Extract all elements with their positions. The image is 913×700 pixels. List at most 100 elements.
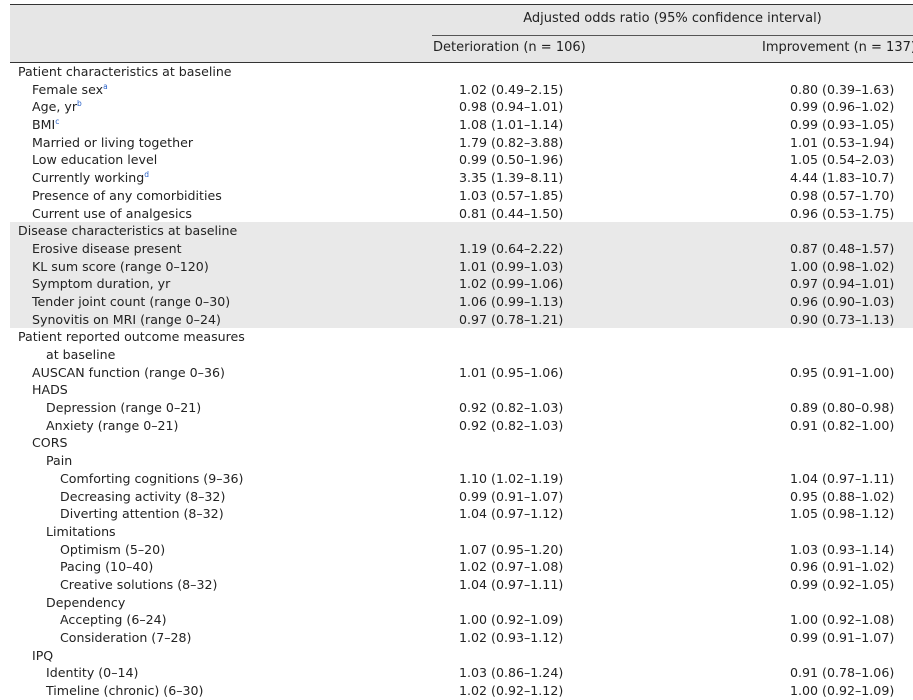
row-label-text: Patient reported outcome measures bbox=[18, 329, 245, 345]
table-row: Accepting (6–24) 1.00 (0.92–1.09) 1.00 (0.… bbox=[10, 611, 913, 629]
table-row: IPQ bbox=[10, 647, 913, 665]
improvement-value: 0.96 (0.53–1.75) bbox=[790, 205, 895, 221]
table-row: KL sum score (range 0–120) 1.01 (0.99–1.0… bbox=[10, 257, 913, 276]
table-row: CORS bbox=[10, 434, 913, 452]
improvement-value: 0.97 (0.94–1.01) bbox=[790, 276, 895, 292]
row-label: Patient characteristics at baseline bbox=[18, 63, 232, 81]
row-label: Comforting cognitions (9–36) bbox=[60, 470, 243, 488]
table-row: Disease characteristics at baseline bbox=[10, 222, 913, 240]
table-row: Low education level 0.99 (0.50–1.96) 1.05 … bbox=[10, 151, 913, 169]
improvement-value: 1.05 (0.98–1.12) bbox=[790, 506, 895, 522]
row-label: Tender joint count (range 0–30) bbox=[32, 293, 230, 311]
improvement-value: 0.80 (0.39–1.63) bbox=[790, 81, 895, 97]
improvement-value: 1.00 (0.92–1.09) bbox=[790, 683, 895, 699]
row-label-text: Low education level bbox=[32, 152, 158, 168]
row-label: Depression (range 0–21) bbox=[46, 399, 201, 417]
improvement-value: 4.44 (1.83–10.7) bbox=[790, 170, 895, 186]
improvement-value: 0.99 (0.93–1.05) bbox=[790, 117, 895, 133]
row-label: Diverting attention (8–32) bbox=[60, 505, 224, 523]
row-label: Accepting (6–24) bbox=[60, 611, 167, 629]
table-row: Female sexa 1.02 (0.49–2.15) 0.80 (0.39–1.… bbox=[10, 81, 913, 99]
row-label-text: Timeline (chronic) (6–30) bbox=[46, 683, 204, 699]
improvement-value: 1.03 (0.93–1.14) bbox=[790, 541, 895, 557]
row-label-text: Accepting (6–24) bbox=[60, 612, 167, 628]
row-label-text: Depression (range 0–21) bbox=[46, 400, 202, 416]
deterioration-value: 1.01 (0.95–1.06) bbox=[459, 364, 564, 380]
row-label: Decreasing activity (8–32) bbox=[60, 488, 225, 506]
row-label: AUSCAN function (range 0–36) bbox=[32, 364, 225, 382]
table-row: Age, yrb 0.98 (0.94–1.01) 0.99 (0.96–1.02) bbox=[10, 98, 913, 116]
row-label-text: Patient characteristics at baseline bbox=[18, 64, 232, 79]
row-label-text: Pacing (10–40) bbox=[60, 559, 154, 575]
header-deterioration: Deterioration (n = 106) bbox=[433, 40, 586, 55]
table-row: Creative solutions (8–32) 1.04 (0.97–1.11… bbox=[10, 576, 913, 594]
table-row: Symptom duration, yr 1.02 (0.99–1.06) 0.97… bbox=[10, 275, 913, 293]
row-label-text: Married or living together bbox=[32, 134, 194, 150]
improvement-value: 0.90 (0.73–1.13) bbox=[790, 311, 895, 327]
row-label-text: Identity (0–14) bbox=[46, 665, 139, 681]
table-body: Patient characteristics at baseline Femal… bbox=[10, 63, 913, 700]
row-label-text: Optimism (5–20) bbox=[60, 541, 166, 557]
deterioration-value: 0.81 (0.44–1.50) bbox=[459, 205, 564, 221]
row-label-text: Pain bbox=[46, 453, 73, 469]
row-label-text: Current use of analgesics bbox=[32, 205, 192, 221]
table-row: BMIc 1.08 (1.01–1.14) 0.99 (0.93–1.05) bbox=[10, 116, 913, 134]
deterioration-value: 0.99 (0.91–1.07) bbox=[459, 488, 564, 504]
row-label: Pain bbox=[46, 452, 72, 470]
row-label: Disease characteristics at baseline bbox=[18, 222, 237, 240]
row-label-text: Limitations bbox=[46, 523, 116, 539]
table-row: Synovitis on MRI (range 0–24) 0.97 (0.78–… bbox=[10, 310, 913, 329]
table-row: Married or living together 1.79 (0.82–3.8… bbox=[10, 134, 913, 152]
table-row: HADS bbox=[10, 381, 913, 399]
improvement-value: 0.96 (0.91–1.02) bbox=[790, 559, 895, 575]
row-label: Age, yrb bbox=[32, 98, 82, 116]
table-row: Tender joint count (range 0–30) 1.06 (0.9… bbox=[10, 292, 913, 311]
footnote-marker: c bbox=[55, 117, 60, 127]
row-label: Presence of any comorbidities bbox=[32, 187, 222, 205]
table-row: Anxiety (range 0–21) 0.92 (0.82–1.03) 0.91… bbox=[10, 417, 913, 435]
deterioration-value: 1.02 (0.99–1.06) bbox=[459, 276, 564, 292]
table-row: AUSCAN function (range 0–36) 1.01 (0.95–1… bbox=[10, 364, 913, 382]
row-label: Pacing (10–40) bbox=[60, 558, 153, 576]
deterioration-value: 0.98 (0.94–1.01) bbox=[459, 99, 564, 115]
row-label-text: BMI bbox=[32, 117, 56, 133]
row-label: Anxiety (range 0–21) bbox=[46, 417, 178, 435]
row-label: IPQ bbox=[32, 647, 53, 665]
row-label-text: Anxiety (range 0–21) bbox=[46, 417, 179, 433]
deterioration-value: 0.92 (0.82–1.03) bbox=[459, 400, 564, 416]
row-label: Dependency bbox=[46, 594, 125, 612]
row-label: Currently workingd bbox=[32, 169, 149, 187]
row-label-text: Decreasing activity (8–32) bbox=[60, 488, 226, 504]
deterioration-value: 1.02 (0.49–2.15) bbox=[459, 81, 564, 97]
row-label: Current use of analgesics bbox=[32, 205, 192, 223]
improvement-value: 1.01 (0.53–1.94) bbox=[790, 134, 895, 150]
improvement-value: 1.05 (0.54–2.03) bbox=[790, 152, 895, 168]
table-row: Diverting attention (8–32) 1.04 (0.97–1.1… bbox=[10, 505, 913, 523]
deterioration-value: 0.92 (0.82–1.03) bbox=[459, 417, 564, 433]
row-label-text: Currently working bbox=[32, 170, 145, 186]
footnote-marker: d bbox=[144, 170, 149, 180]
deterioration-value: 1.02 (0.92–1.12) bbox=[459, 683, 564, 699]
row-label-text: Diverting attention (8–32) bbox=[60, 506, 224, 522]
deterioration-value: 1.02 (0.97–1.08) bbox=[459, 559, 564, 575]
row-label: BMIc bbox=[32, 116, 59, 134]
improvement-value: 1.04 (0.97–1.11) bbox=[790, 470, 895, 486]
table-row: Comforting cognitions (9–36) 1.10 (1.02–1… bbox=[10, 470, 913, 488]
row-label-text: Presence of any comorbidities bbox=[32, 187, 222, 203]
improvement-value: 0.87 (0.48–1.57) bbox=[790, 240, 895, 256]
table-row: Dependency bbox=[10, 594, 913, 612]
row-label-text: Creative solutions (8–32) bbox=[60, 576, 218, 592]
improvement-value: 0.91 (0.82–1.00) bbox=[790, 417, 895, 433]
row-label: Erosive disease present bbox=[32, 240, 182, 258]
improvement-value: 0.99 (0.92–1.05) bbox=[790, 576, 895, 592]
table-row: Patient reported outcome measures bbox=[10, 328, 913, 346]
table-row: Optimism (5–20) 1.07 (0.95–1.20) 1.03 (0.9… bbox=[10, 541, 913, 559]
improvement-value: 0.96 (0.90–1.03) bbox=[790, 293, 895, 309]
table-row: Timeline (chronic) (6–30) 1.02 (0.92–1.12… bbox=[10, 682, 913, 700]
header-improvement: Improvement (n = 137) bbox=[762, 40, 913, 55]
row-label: at baseline bbox=[46, 346, 115, 364]
table-row: Limitations bbox=[10, 523, 913, 541]
deterioration-value: 0.99 (0.50–1.96) bbox=[459, 152, 564, 168]
row-label: Female sexa bbox=[32, 81, 108, 99]
deterioration-value: 1.07 (0.95–1.20) bbox=[459, 541, 564, 557]
